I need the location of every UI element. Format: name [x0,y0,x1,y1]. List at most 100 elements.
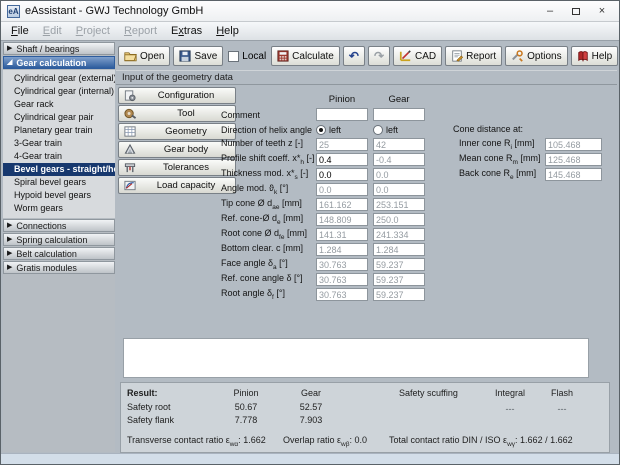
sidebar-item-cylindrical-gear-external[interactable]: Cylindrical gear (external) [3,72,115,85]
sidebar-section-belt-calculation[interactable]: ▶Belt calculation [3,247,115,260]
ref-cone-pinion-input[interactable] [316,213,368,226]
comment-gear-input[interactable] [373,108,425,121]
result-flash-header: Flash [539,388,585,398]
tip-cone-pinion-input[interactable] [316,198,368,211]
sidebar-item-worm-gears[interactable]: Worm gears [3,202,115,215]
chevron-right-icon: ▶ [7,264,12,271]
face-angle-gear-input[interactable] [373,258,425,271]
help-button[interactable]: Help [571,46,619,66]
undo-button[interactable]: ↶ [343,46,365,66]
sidebar-section-gear-calculation[interactable]: ◢Gear calculation [3,56,115,69]
ref-cone-angle-gear-input[interactable] [373,273,425,286]
local-checkbox-label: Local [242,51,266,62]
load-capacity-icon [123,179,137,192]
result-title: Result: [127,388,158,398]
back-cone-input[interactable] [545,168,602,181]
geometry-button[interactable]: Geometry [118,123,236,140]
bottom-clearance-pinion-input[interactable] [316,243,368,256]
cad-button[interactable]: CAD [393,46,442,66]
gear-column-header: Gear [373,94,425,105]
tool-button[interactable]: Tool [118,105,236,122]
face-angle-pinion-input[interactable] [316,258,368,271]
sidebar-item-4-gear-train[interactable]: 4-Gear train [3,150,115,163]
form-row-root-angle: Root angle δf [°] [221,287,611,302]
menu-bar: File Edit Project Report Extras Help [1,22,619,41]
menu-extras[interactable]: Extras [164,23,209,39]
form-row-tip-cone: Tip cone Ø dae [mm] [221,197,611,212]
sidebar-item-hypoid-bevel-gears[interactable]: Hypoid bevel gears [3,189,115,202]
local-checkbox[interactable] [228,51,239,62]
options-button[interactable]: Options [505,46,567,66]
save-button[interactable]: Save [173,46,223,66]
column-headers: Pinion Gear [221,92,611,107]
mean-cone-input[interactable] [545,153,602,166]
gear-body-button[interactable]: Gear body [118,141,236,158]
sidebar-section-gratis-modules[interactable]: ▶Gratis modules [3,261,115,274]
sidebar-item-cylindrical-gear-pair[interactable]: Cylindrical gear pair [3,111,115,124]
page-title: Input of the geometry data [122,72,233,83]
minimize-button[interactable]: – [539,4,561,19]
sidebar-section-connections[interactable]: ▶Connections [3,219,115,232]
overlap-ratio: Overlap ratio εwβ: 0.0 [283,435,367,448]
tolerances-button[interactable]: Tolerances [118,159,236,176]
bottom-clearance-gear-input[interactable] [373,243,425,256]
sidebar-section-spring-calculation[interactable]: ▶Spring calculation [3,233,115,246]
root-angle-pinion-input[interactable] [316,288,368,301]
configuration-button[interactable]: Configuration [118,87,236,104]
maximize-button[interactable] [565,4,587,19]
module-sidebar: ▶Shaft / bearings ◢Gear calculation Cyli… [3,42,115,452]
menu-help[interactable]: Help [209,23,246,39]
sidebar-item-gear-rack[interactable]: Gear rack [3,98,115,111]
comment-pinion-input[interactable] [316,108,368,121]
thickness-mod-pinion-input[interactable] [316,168,368,181]
save-disk-icon [179,50,191,62]
thickness-mod-gear-input[interactable] [373,168,425,181]
safety-root-integral-value: --- [481,404,539,414]
menu-file[interactable]: File [4,23,36,39]
sidebar-item-bevel-gears[interactable]: Bevel gears - straight/heli... [3,163,115,176]
pinion-helix-left-radio[interactable] [316,125,326,135]
redo-button: ↷ [368,46,390,66]
report-button[interactable]: Report [445,46,502,66]
gear-helix-left-radio[interactable] [373,125,383,135]
teeth-label: Number of teeth z [-] [221,138,316,151]
root-angle-gear-input[interactable] [373,288,425,301]
window-title: eAssistant - GWJ Technology GmbH [25,5,203,17]
root-cone-pinion-input[interactable] [316,228,368,241]
form-row-face-angle: Face angle δa [°] [221,257,611,272]
sidebar-section-shaft-bearings[interactable]: ▶Shaft / bearings [3,42,115,55]
safety-root-pinion-value: 50.67 [216,402,276,412]
ref-cone-gear-input[interactable] [373,213,425,226]
teeth-gear-input[interactable] [373,138,425,151]
form-row-ref-cone: Ref. cone-Ø de [mm] [221,212,611,227]
menu-edit: Edit [36,23,69,39]
tip-cone-gear-input[interactable] [373,198,425,211]
result-panel: Result: Pinion Gear Safety scuffing Inte… [120,382,610,453]
load-capacity-button[interactable]: Load capacity [118,177,236,194]
profile-shift-label: Profile shift coeff. x*h [-] [221,153,316,166]
sidebar-item-planetary-gear-train[interactable]: Planetary gear train [3,124,115,137]
sidebar-item-3-gear-train[interactable]: 3-Gear train [3,137,115,150]
ref-cone-angle-pinion-input[interactable] [316,273,368,286]
sidebar-item-cylindrical-gear-internal[interactable]: Cylindrical gear (internal) [3,85,115,98]
sidebar-item-spiral-bevel-gears[interactable]: Spiral bevel gears [3,176,115,189]
profile-shift-pinion-input[interactable] [316,153,368,166]
open-folder-icon [124,50,137,62]
teeth-pinion-input[interactable] [316,138,368,151]
maximize-icon [572,8,580,15]
cone-distance-header: Cone distance at: [453,122,609,137]
gear-body-icon [123,143,137,156]
inner-cone-input[interactable] [545,138,602,151]
profile-shift-gear-input[interactable] [373,153,425,166]
root-angle-label: Root angle δf [°] [221,288,316,301]
root-cone-gear-input[interactable] [373,228,425,241]
open-button[interactable]: Open [118,46,170,66]
angle-mod-gear-input[interactable] [373,183,425,196]
close-button[interactable]: × [591,4,613,19]
main-panel: Open Save Local Calculate ↶ ↷ CAD [116,42,617,452]
ref-cone-label: Ref. cone-Ø de [mm] [221,213,316,226]
safety-flank-gear-value: 7.903 [281,415,341,425]
calculate-button[interactable]: Calculate [271,46,340,66]
angle-mod-pinion-input[interactable] [316,183,368,196]
result-scuffing-header: Safety scuffing [399,388,458,398]
